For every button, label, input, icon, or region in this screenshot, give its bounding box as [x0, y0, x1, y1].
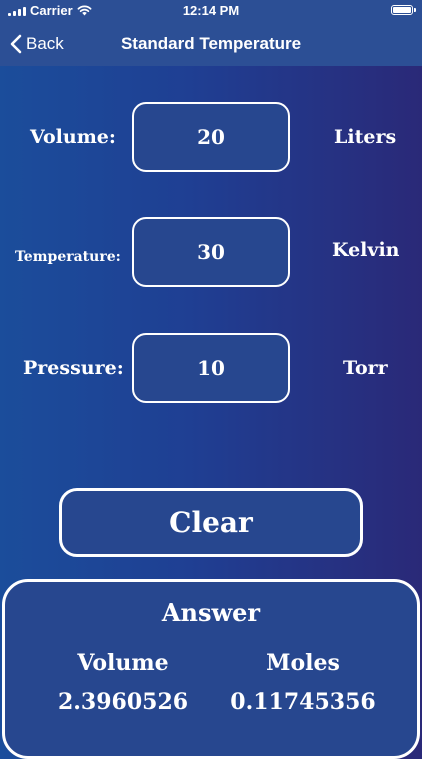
answer-moles-value: 0.11745356 [230, 689, 376, 715]
answer-panel: Answer Volume 2.3960526 Moles 0.11745356 [2, 579, 420, 759]
pressure-label: Pressure: [23, 357, 124, 379]
chevron-left-icon [10, 34, 22, 54]
navigation-bar: Back Standard Temperature [0, 22, 422, 66]
volume-unit: Liters [334, 126, 397, 148]
pressure-unit: Torr [343, 357, 388, 379]
pressure-row: Pressure: Torr [0, 333, 422, 403]
pressure-input[interactable] [132, 333, 290, 403]
back-label: Back [26, 34, 64, 53]
answer-volume-column: Volume 2.3960526 [23, 646, 223, 718]
temperature-row: Temperature: Kelvin [0, 217, 422, 287]
answer-moles-column: Moles 0.11745356 [203, 646, 403, 718]
temperature-input[interactable] [132, 217, 290, 287]
volume-label: Volume: [30, 126, 116, 148]
answer-volume-label: Volume [77, 650, 169, 676]
volume-input[interactable] [132, 102, 290, 172]
back-button[interactable]: Back [10, 22, 64, 66]
answer-title: Answer [161, 598, 261, 627]
answer-volume-value: 2.3960526 [57, 689, 189, 715]
status-bar: Carrier 12:14 PM [0, 0, 422, 22]
clear-button[interactable]: Clear [59, 488, 363, 557]
temperature-unit: Kelvin [332, 239, 400, 261]
temperature-label: Temperature: [15, 249, 121, 265]
answer-moles-label: Moles [266, 650, 340, 676]
volume-row: Volume: Liters [0, 102, 422, 172]
battery-icon [391, 5, 416, 15]
status-time: 12:14 PM [182, 3, 240, 18]
